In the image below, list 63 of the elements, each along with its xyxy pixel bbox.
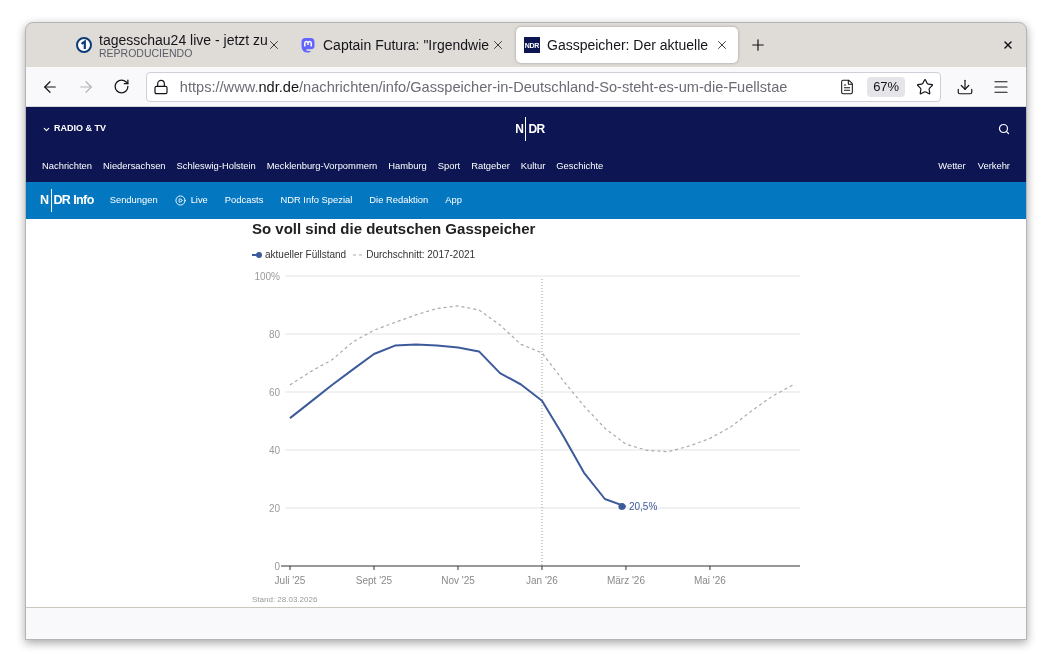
nav-link[interactable]: Ratgeber <box>471 158 510 174</box>
reader-view-button[interactable] <box>839 78 856 95</box>
play-circle-icon <box>174 195 186 206</box>
reload-icon <box>113 78 131 95</box>
live-link[interactable]: Live <box>174 193 208 208</box>
nav-link[interactable]: Mecklenburg-Vorpommern <box>266 158 378 174</box>
axis-tick-label: 80 <box>268 328 280 340</box>
data-date-note: Stand: 28.03.2026 <box>252 595 319 605</box>
sub-nav-link[interactable]: NDR Info Spezial <box>280 193 353 208</box>
star-icon <box>916 77 935 96</box>
legend-label: aktueller Füllstand <box>265 249 347 261</box>
end-point-marker <box>618 503 626 511</box>
legend-label: Durchschnitt: 2017-2021 <box>366 249 476 261</box>
nav-link[interactable]: Hamburg <box>388 158 427 174</box>
browser-tab[interactable]: tagesschau24 live - jetzt zu REPRODUCIENDO <box>68 27 290 63</box>
address-bar[interactable]: https://www.ndr.de/nachrichten/info/Gasspeicher-in-Deutschland-So-steht-es-um-die-Fuellstae 67% <box>145 71 942 102</box>
axis-tick-label: 40 <box>268 444 280 456</box>
download-icon <box>956 77 975 96</box>
zoom-level-button[interactable]: 67% <box>867 76 906 97</box>
search-icon <box>998 123 1010 135</box>
axis-tick-label: Nov '25 <box>441 575 475 586</box>
radio-tv-menu[interactable]: RADIO & TV <box>42 122 106 136</box>
close-tab-button[interactable] <box>267 38 281 52</box>
close-icon <box>1002 39 1014 51</box>
browser-tab[interactable]: Captain Futura: "Irgendwie <box>292 27 514 63</box>
document-icon <box>839 78 856 95</box>
chart-title: So voll sind die deutschen Gasspeicher <box>252 219 537 238</box>
nav-link[interactable]: Verkehr <box>977 158 1010 174</box>
axis-tick-label: Jan '26 <box>526 575 558 586</box>
nav-link[interactable]: Wetter <box>938 158 966 174</box>
search-button[interactable] <box>998 123 1010 135</box>
speech-bubble-icon <box>300 37 316 53</box>
axis-tick-label: Juli '25 <box>274 575 306 586</box>
sub-nav-link[interactable]: App <box>445 193 462 208</box>
close-icon <box>491 38 505 52</box>
close-icon <box>267 38 281 52</box>
url-text: https://www.ndr.de/nachrichten/info/Gasspeicher-in-Deutschland-So-steht-es-um-die-Fuellstae <box>179 77 788 96</box>
nav-link[interactable]: Sport <box>437 158 461 174</box>
close-icon <box>715 38 729 52</box>
nav-link[interactable]: Niedersachsen <box>103 158 166 174</box>
sub-nav-link[interactable]: Sendungen <box>109 193 158 208</box>
bookmark-button[interactable] <box>916 77 935 96</box>
close-tab-button[interactable] <box>715 38 729 52</box>
sub-nav-link[interactable]: Podcasts <box>224 193 264 208</box>
axis-tick-label: 60 <box>268 386 280 398</box>
data-label: 20,5% <box>628 501 658 513</box>
axis-tick-label: 100% <box>254 270 280 282</box>
axis-tick-label: 20 <box>268 502 280 514</box>
sub-nav-link[interactable]: Die Redaktion <box>369 193 429 208</box>
axis-tick-label: Mai '26 <box>693 575 726 586</box>
nav-link[interactable]: Schleswig-Holstein <box>176 158 256 174</box>
circle-logo-icon <box>76 37 92 53</box>
nav-link[interactable]: Kultur <box>520 158 546 174</box>
new-tab-button[interactable] <box>749 36 767 54</box>
plus-icon <box>749 36 767 54</box>
axis-tick-label: 0 <box>274 560 280 572</box>
nav-link[interactable]: Geschichte <box>556 158 604 174</box>
nav-link[interactable]: Nachrichten <box>42 158 93 174</box>
axis-tick-label: Sept '25 <box>355 575 393 586</box>
close-window-button[interactable] <box>1002 39 1014 51</box>
lock-icon <box>152 78 169 95</box>
axis-tick-label: März '26 <box>606 575 645 586</box>
close-tab-button[interactable] <box>491 38 505 52</box>
